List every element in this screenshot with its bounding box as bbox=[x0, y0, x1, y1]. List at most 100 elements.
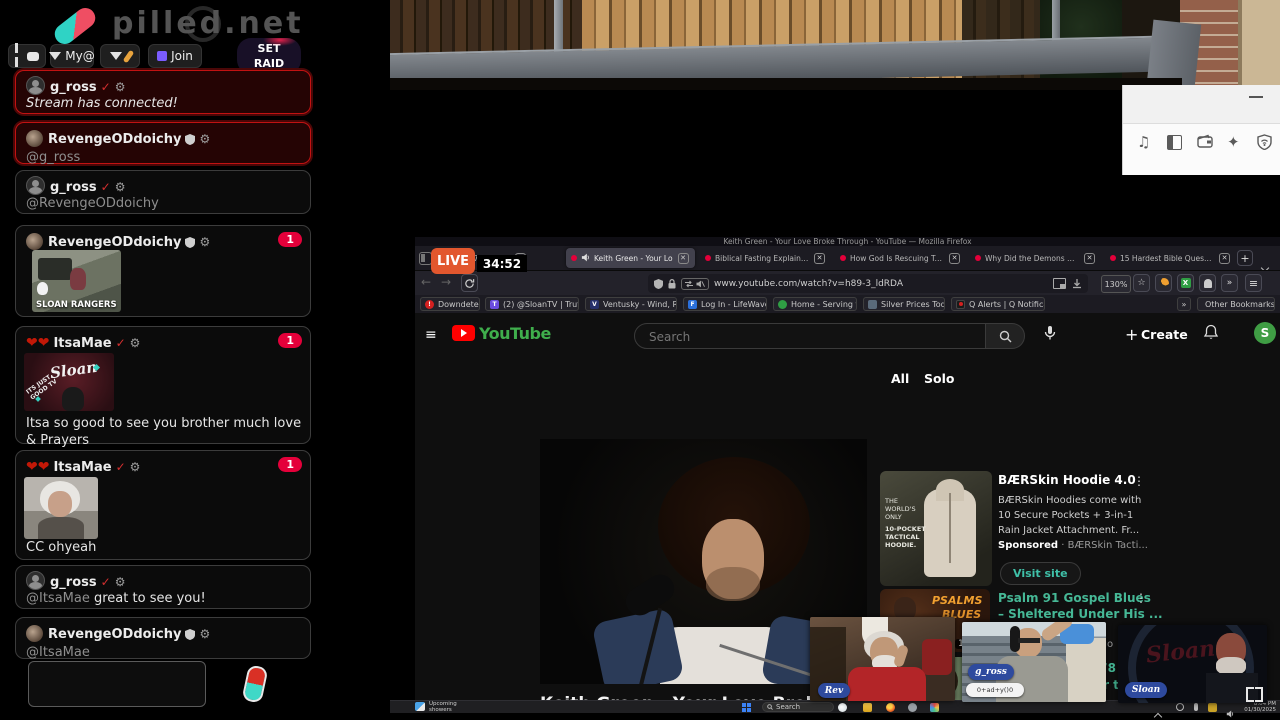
bookmark-item[interactable]: T (2) @SloanTV | Truth S... bbox=[485, 297, 579, 311]
account-avatar[interactable]: S bbox=[1254, 322, 1276, 344]
new-tab-button[interactable]: + bbox=[1237, 250, 1253, 266]
gear-icon[interactable]: ⚙ bbox=[199, 132, 210, 146]
search-box[interactable] bbox=[634, 323, 986, 350]
chat-message[interactable]: ❤❤ ItsaMae ✓ ⚙ 1 CC ohyeah bbox=[15, 450, 311, 560]
tab-close-button[interactable]: ✕ bbox=[1219, 252, 1230, 264]
photos-icon[interactable] bbox=[930, 703, 939, 712]
onedrive-icon[interactable] bbox=[838, 703, 847, 712]
widgets-weather-icon[interactable] bbox=[415, 702, 425, 711]
bookmark-item[interactable]: Q Alerts | Q Notificati... bbox=[951, 297, 1045, 311]
mic-icon[interactable] bbox=[1043, 325, 1057, 347]
url-bar[interactable]: www.youtube.com/watch?v=h89-3_ldRDA bbox=[648, 274, 1088, 293]
tray-expand-chevron[interactable] bbox=[1153, 705, 1163, 720]
folder-tray-icon[interactable] bbox=[1208, 703, 1217, 712]
network-icon[interactable] bbox=[1176, 703, 1184, 711]
search-button[interactable] bbox=[985, 323, 1025, 349]
username[interactable]: g_ross bbox=[50, 180, 97, 195]
username[interactable]: ItsaMae bbox=[53, 336, 111, 351]
create-plus-icon[interactable]: + bbox=[1125, 325, 1138, 344]
bookmark-item[interactable]: F Log In - LifeWave - Lif... bbox=[683, 297, 767, 311]
other-bookmarks-button[interactable]: Other Bookmarks bbox=[1197, 297, 1275, 311]
gear-icon[interactable]: ⚙ bbox=[199, 235, 210, 249]
send-pill-icon[interactable] bbox=[241, 664, 269, 704]
mic-tray-icon[interactable] bbox=[1194, 703, 1198, 711]
username[interactable]: RevengeODdoichy bbox=[48, 235, 181, 250]
tab-audio-icon[interactable] bbox=[581, 253, 590, 264]
set-raid-button[interactable]: SET RAID bbox=[237, 38, 301, 74]
video-title-line[interactable]: – Sheltered Under His ... bbox=[998, 606, 1163, 622]
chat-message[interactable]: RevengeODdoichy ⚙ 1 SLOAN RANGERS bbox=[15, 225, 311, 317]
ad-thumbnail[interactable]: THE WORLD'S ONLY 10-POCKET TACTICAL HOOD… bbox=[880, 471, 992, 586]
chip-all[interactable]: All bbox=[891, 371, 909, 386]
browser-circle-icon[interactable] bbox=[908, 703, 917, 712]
chat-message[interactable]: g_ross ✓ ⚙ Stream has connected! bbox=[15, 70, 311, 114]
ad-menu-icon[interactable]: ⋮ bbox=[1133, 474, 1145, 488]
tab-close-button[interactable]: ✕ bbox=[949, 252, 960, 264]
gif-thumbnail[interactable]: Sloan ITS JUST GOOD TV bbox=[24, 353, 114, 411]
gear-icon[interactable]: ⚙ bbox=[130, 460, 141, 474]
site-permissions[interactable] bbox=[681, 277, 709, 290]
sidebar-panel-icon[interactable] bbox=[1167, 135, 1182, 150]
username[interactable]: RevengeODdoichy bbox=[48, 132, 181, 147]
notifications-bell-icon[interactable] bbox=[1203, 324, 1219, 345]
taskbar-search-box[interactable]: Search bbox=[762, 702, 834, 712]
username[interactable]: ItsaMae bbox=[53, 460, 111, 475]
tab-how-god[interactable]: How God Is Rescuing Trail ✕ bbox=[835, 248, 965, 268]
tab-15-hardest[interactable]: 15 Hardest Bible Question ✕ bbox=[1105, 248, 1235, 268]
bookmark-star-icon[interactable]: ☆ bbox=[1133, 274, 1150, 292]
bookmark-item[interactable]: ! Downdetector bbox=[420, 297, 480, 311]
gear-icon[interactable]: ⚙ bbox=[130, 336, 141, 350]
back-button[interactable]: ← bbox=[421, 275, 431, 289]
fullscreen-icon[interactable] bbox=[1246, 687, 1263, 702]
extension-icon-ghost[interactable] bbox=[1199, 274, 1216, 292]
join-button[interactable]: Join bbox=[148, 44, 202, 68]
ad-title[interactable]: BÆRSkin Hoodie 4.0 bbox=[998, 473, 1136, 487]
visit-site-button[interactable]: Visit site bbox=[1000, 562, 1081, 585]
message-mention[interactable]: @RevengeODdoichy bbox=[26, 195, 300, 212]
forward-button[interactable]: → bbox=[441, 275, 451, 289]
search-input[interactable] bbox=[635, 324, 984, 350]
widget-text[interactable]: Upcoming showers bbox=[429, 701, 457, 713]
bookmark-item[interactable]: Silver Prices Today - P... bbox=[863, 297, 945, 311]
tab-keith-green-active[interactable]: Keith Green - Your Lo ✕ bbox=[566, 248, 695, 268]
extension-icon-orange[interactable] bbox=[1155, 274, 1172, 292]
wallet-icon[interactable] bbox=[1197, 134, 1213, 152]
minimize-button[interactable] bbox=[1249, 96, 1263, 98]
firefox-icon[interactable] bbox=[886, 703, 895, 712]
reload-button[interactable] bbox=[461, 274, 478, 292]
gear-icon[interactable]: ⚙ bbox=[115, 80, 126, 94]
gif-thumbnail[interactable]: SLOAN RANGERS bbox=[32, 250, 121, 312]
message-mention[interactable]: @ItsaMae bbox=[26, 644, 300, 661]
tab-close-button[interactable]: ✕ bbox=[814, 252, 825, 264]
chat-input[interactable] bbox=[28, 661, 206, 707]
chat-message[interactable]: RevengeODdoichy ⚙ @ItsaMae bbox=[15, 617, 311, 661]
pause-chat-button[interactable] bbox=[8, 43, 46, 68]
chat-message[interactable]: g_ross ✓ ⚙ @RevengeODdoichy bbox=[15, 170, 311, 214]
tab-why-demons[interactable]: Why Did the Demons Ask ✕ bbox=[970, 248, 1100, 268]
hamburger-menu-icon[interactable]: ≡ bbox=[425, 327, 437, 343]
bookmark-item[interactable]: Home - Serving the Fi... bbox=[773, 297, 857, 311]
youtube-logo-icon[interactable] bbox=[452, 325, 475, 341]
gear-icon[interactable]: ⚙ bbox=[115, 180, 126, 194]
app-menu-button[interactable]: ≡ bbox=[1245, 274, 1262, 292]
chat-message[interactable]: RevengeODdoichy ⚙ @g_ross bbox=[15, 122, 311, 166]
url-text[interactable]: www.youtube.com/watch?v=h89-3_ldRDA bbox=[714, 279, 903, 289]
username[interactable]: RevengeODdoichy bbox=[48, 627, 181, 642]
tab-close-button[interactable]: ✕ bbox=[677, 252, 689, 264]
chat-message[interactable]: g_ross ✓ ⚙ @ItsaMae great to see you! bbox=[15, 565, 311, 609]
youtube-logo-text[interactable]: YouTube bbox=[479, 324, 551, 343]
gear-icon[interactable]: ⚙ bbox=[115, 575, 126, 589]
sparkle-copilot-icon[interactable]: ✦ bbox=[1227, 133, 1240, 151]
extensions-overflow-button[interactable]: » bbox=[1221, 274, 1238, 292]
bookmarks-overflow-button[interactable]: » bbox=[1177, 297, 1191, 311]
windows-start-button[interactable] bbox=[742, 703, 751, 712]
create-button[interactable]: Create bbox=[1141, 327, 1188, 342]
highlight-filter-button[interactable] bbox=[100, 44, 140, 68]
message-mention[interactable]: @g_ross bbox=[26, 149, 300, 166]
volume-icon[interactable] bbox=[1226, 703, 1234, 718]
file-explorer-icon[interactable] bbox=[863, 703, 872, 712]
photo-thumbnail[interactable] bbox=[24, 477, 98, 539]
tab-biblical-fasting[interactable]: Biblical Fasting Explained ✕ bbox=[700, 248, 830, 268]
download-icon[interactable] bbox=[1072, 278, 1082, 289]
zoom-level-indicator[interactable]: 130% bbox=[1101, 275, 1131, 293]
